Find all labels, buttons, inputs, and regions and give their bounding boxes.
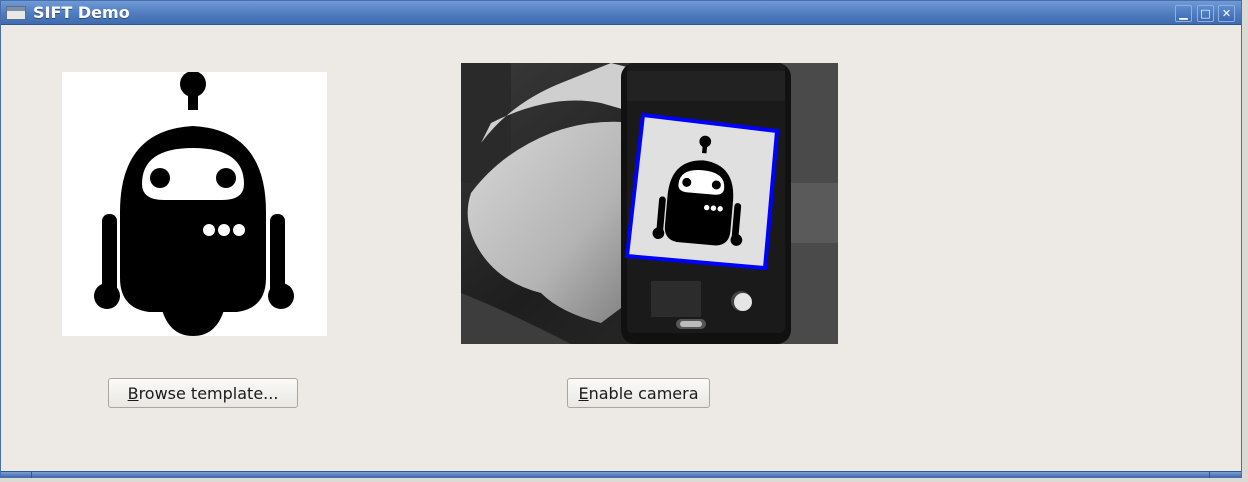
- border-segment: [1209, 472, 1210, 478]
- window-bottom-border: [1, 471, 1241, 478]
- content-area: Browse template... Enable camera: [2, 26, 1240, 471]
- close-button[interactable]: ✕: [1218, 5, 1235, 22]
- browse-template-mnemonic: B: [127, 383, 139, 403]
- main-window: SIFT Demo ▁ □ ✕ B rowse template... E na…: [0, 0, 1242, 478]
- enable-camera-button[interactable]: Enable camera: [567, 378, 710, 408]
- enable-camera-label: nable camera: [588, 383, 699, 403]
- camera-frame: [461, 63, 838, 344]
- border-segment: [31, 472, 32, 478]
- maximize-button[interactable]: □: [1197, 5, 1214, 22]
- browse-template-label: rowse template...: [138, 383, 279, 403]
- template-image: [62, 71, 327, 336]
- browse-template-button[interactable]: Browse template...: [108, 378, 298, 408]
- robot-icon: [94, 71, 294, 336]
- window-title: SIFT Demo: [33, 3, 130, 22]
- title-bar[interactable]: SIFT Demo ▁ □ ✕: [1, 1, 1241, 25]
- window-icon: [6, 6, 26, 20]
- camera-view: [461, 63, 838, 344]
- minimize-button[interactable]: ▁: [1175, 5, 1192, 22]
- enable-camera-mnemonic: E: [578, 383, 589, 403]
